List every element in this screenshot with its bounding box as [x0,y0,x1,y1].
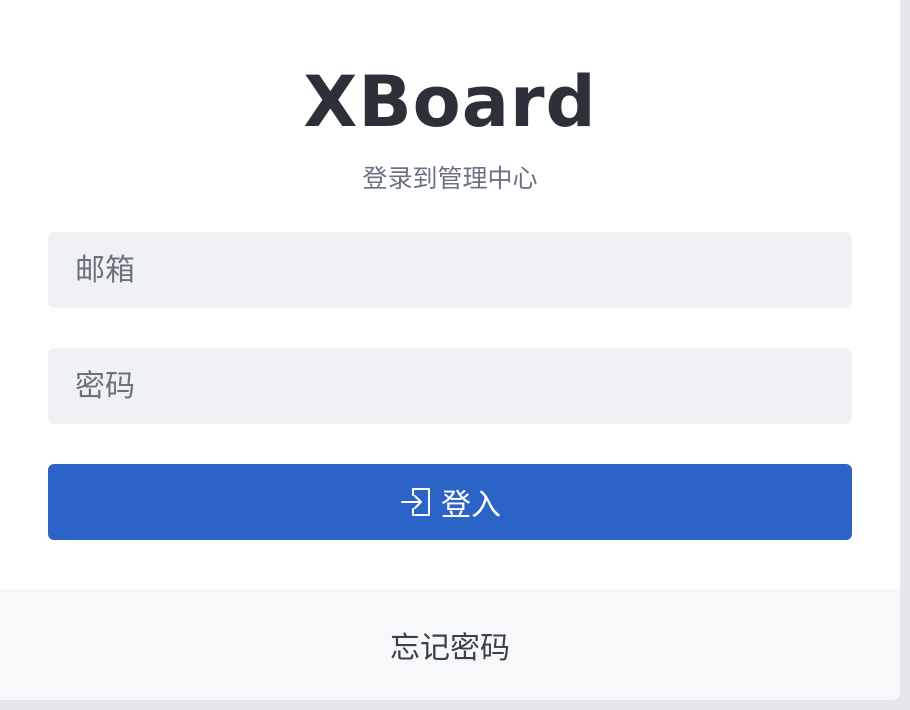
login-card: XBoard 登录到管理中心 登入 忘记密码 [0,0,900,700]
login-card-body: XBoard 登录到管理中心 登入 [0,0,900,589]
login-button[interactable]: 登入 [48,464,852,540]
app-title: XBoard [303,61,597,143]
password-input[interactable] [48,348,852,424]
login-subtitle: 登录到管理中心 [362,164,538,193]
login-button-label: 登入 [441,488,501,523]
email-input[interactable] [48,232,852,308]
forgot-password-link[interactable]: 忘记密码 [390,623,510,667]
sign-in-icon [399,485,433,519]
login-card-footer: 忘记密码 [0,589,900,700]
